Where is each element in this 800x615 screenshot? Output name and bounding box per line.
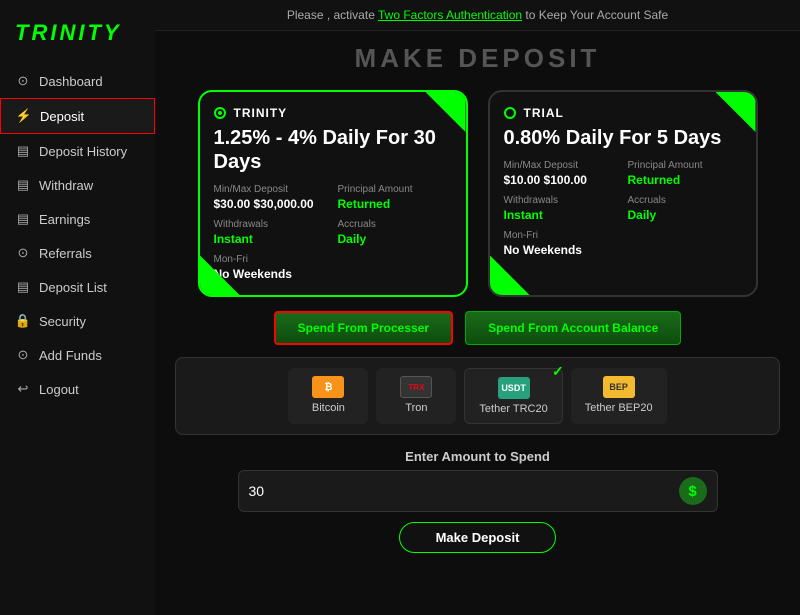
crypto-usdt-trc20[interactable]: ✓ USDT Tether TRC20 bbox=[464, 368, 562, 424]
plan-minmax-label: Min/Max Deposit $30.00 $30,000.00 bbox=[214, 184, 328, 211]
main-content: Please , activate Two Factors Authentica… bbox=[155, 0, 800, 615]
plan-principal-value-trial: Returned bbox=[628, 173, 742, 187]
plan-name-trinity: TRINITY bbox=[234, 106, 288, 120]
usdt-trc20-label: Tether TRC20 bbox=[479, 403, 547, 415]
bitcoin-icon: ₿ bbox=[312, 376, 344, 398]
plan-details-trial: Min/Max Deposit $10.00 $100.00 Principal… bbox=[504, 160, 742, 257]
plan-header-trial: TRIAL bbox=[504, 106, 742, 120]
logout-icon: ↩ bbox=[15, 381, 31, 397]
deposit-list-icon: ▤ bbox=[15, 279, 31, 295]
plan-minmax-value-trial: $10.00 $100.00 bbox=[504, 173, 618, 187]
sidebar-logo: TRINITY bbox=[0, 10, 155, 64]
plan-card-trinity[interactable]: TRINITY 1.25% - 4% Daily For 30 Days Min… bbox=[198, 90, 468, 297]
deposit-icon: ⚡ bbox=[16, 108, 32, 124]
plan-rate-trinity: 1.25% - 4% Daily For 30 Days bbox=[214, 126, 452, 174]
plan-minmax-value-trinity: $30.00 $30,000.00 bbox=[214, 197, 328, 211]
currency-symbol: $ bbox=[679, 477, 707, 505]
bottom-section: Spend From Processer Spend From Account … bbox=[155, 297, 800, 563]
sidebar-label-logout: Logout bbox=[39, 382, 79, 397]
sidebar-label-referrals: Referrals bbox=[39, 246, 92, 261]
sidebar-item-earnings[interactable]: ▤ Earnings bbox=[0, 202, 155, 236]
sidebar-item-logout[interactable]: ↩ Logout bbox=[0, 372, 155, 406]
sidebar-label-security: Security bbox=[39, 314, 86, 329]
plan-withdrawals-col-trinity: Withdrawals Instant bbox=[214, 219, 328, 246]
crypto-bitcoin[interactable]: ₿ Bitcoin bbox=[288, 368, 368, 424]
plan-radio-trial bbox=[504, 107, 516, 119]
tron-icon: TRX bbox=[400, 376, 432, 398]
topbar-text: Please , activate bbox=[287, 8, 378, 22]
deposit-history-icon: ▤ bbox=[15, 143, 31, 159]
plan-withdrawals-value-trial: Instant bbox=[504, 208, 618, 222]
plan-withdrawals-value-trinity: Instant bbox=[214, 232, 328, 246]
crypto-tron[interactable]: TRX Tron bbox=[376, 368, 456, 424]
topbar-suffix: to Keep Your Account Safe bbox=[522, 8, 668, 22]
referrals-icon: ⊙ bbox=[15, 245, 31, 261]
plan-name-trial: TRIAL bbox=[524, 106, 564, 120]
sidebar-item-deposit-history[interactable]: ▤ Deposit History bbox=[0, 134, 155, 168]
plan-rate-trial: 0.80% Daily For 5 Days bbox=[504, 126, 742, 150]
sidebar-label-earnings: Earnings bbox=[39, 212, 90, 227]
sidebar: TRINITY ⊙ Dashboard ⚡ Deposit ▤ Deposit … bbox=[0, 0, 155, 615]
plan-principal-col-trinity: Principal Amount Returned bbox=[338, 184, 452, 211]
sidebar-item-withdraw[interactable]: ▤ Withdraw bbox=[0, 168, 155, 202]
plan-accruals-col-trial: Accruals Daily bbox=[628, 195, 742, 222]
plan-details-trinity: Min/Max Deposit $30.00 $30,000.00 Princi… bbox=[214, 184, 452, 281]
sidebar-item-deposit[interactable]: ⚡ Deposit bbox=[0, 98, 155, 134]
bep20-icon: BEP bbox=[603, 376, 635, 398]
sidebar-item-dashboard[interactable]: ⊙ Dashboard bbox=[0, 64, 155, 98]
sidebar-label-deposit-list: Deposit List bbox=[39, 280, 107, 295]
plan-principal-col-trial: Principal Amount Returned bbox=[628, 160, 742, 187]
tron-label: Tron bbox=[405, 402, 427, 414]
plan-header-trinity: TRINITY bbox=[214, 106, 452, 120]
sidebar-label-add-funds: Add Funds bbox=[39, 348, 102, 363]
crypto-selector: ₿ Bitcoin TRX Tron ✓ USDT Tether TRC20 B… bbox=[175, 357, 780, 435]
add-funds-icon: ⊙ bbox=[15, 347, 31, 363]
withdraw-icon: ▤ bbox=[15, 177, 31, 193]
checkmark-icon: ✓ bbox=[552, 363, 564, 380]
plan-withdrawals-col-trial: Withdrawals Instant bbox=[504, 195, 618, 222]
bitcoin-label: Bitcoin bbox=[312, 402, 345, 414]
plans-container: TRINITY 1.25% - 4% Daily For 30 Days Min… bbox=[155, 90, 800, 297]
sidebar-label-withdraw: Withdraw bbox=[39, 178, 93, 193]
plan-card-trial[interactable]: TRIAL 0.80% Daily For 5 Days Min/Max Dep… bbox=[488, 90, 758, 297]
spend-from-processor-button[interactable]: Spend From Processer bbox=[274, 311, 453, 345]
2fa-link[interactable]: Two Factors Authentication bbox=[378, 8, 522, 22]
amount-input[interactable] bbox=[249, 483, 679, 499]
sidebar-label-deposit: Deposit bbox=[40, 109, 84, 124]
plan-accruals-col-trinity: Accruals Daily bbox=[338, 219, 452, 246]
dashboard-icon: ⊙ bbox=[15, 73, 31, 89]
security-icon: 🔒 bbox=[15, 313, 31, 329]
deposit-button-row: Make Deposit bbox=[175, 522, 780, 553]
topbar: Please , activate Two Factors Authentica… bbox=[155, 0, 800, 31]
earnings-icon: ▤ bbox=[15, 211, 31, 227]
amount-label: Enter Amount to Spend bbox=[175, 449, 780, 464]
plan-accruals-value-trinity: Daily bbox=[338, 232, 452, 246]
plan-accruals-value-trial: Daily bbox=[628, 208, 742, 222]
spend-buttons-row: Spend From Processer Spend From Account … bbox=[175, 311, 780, 345]
page-title: MAKE DEPOSIT bbox=[155, 31, 800, 90]
sidebar-item-security[interactable]: 🔒 Security bbox=[0, 304, 155, 338]
plan-schedule-col-trial: Mon-Fri No Weekends bbox=[504, 230, 618, 257]
make-deposit-button[interactable]: Make Deposit bbox=[399, 522, 557, 553]
plan-note-trinity: No Weekends bbox=[214, 267, 328, 281]
plan-note-trial: No Weekends bbox=[504, 243, 618, 257]
spend-from-account-button[interactable]: Spend From Account Balance bbox=[465, 311, 681, 345]
usdt-trc20-icon: USDT bbox=[498, 377, 530, 399]
plan-principal-value-trinity: Returned bbox=[338, 197, 452, 211]
sidebar-label-deposit-history: Deposit History bbox=[39, 144, 127, 159]
amount-row: $ bbox=[238, 470, 718, 512]
plan-minmax-col-trial: Min/Max Deposit $10.00 $100.00 bbox=[504, 160, 618, 187]
plan-radio-trinity bbox=[214, 107, 226, 119]
bep20-label: Tether BEP20 bbox=[585, 402, 653, 414]
sidebar-item-deposit-list[interactable]: ▤ Deposit List bbox=[0, 270, 155, 304]
sidebar-label-dashboard: Dashboard bbox=[39, 74, 103, 89]
plan-schedule-col-trinity: Mon-Fri No Weekends bbox=[214, 254, 328, 281]
sidebar-item-referrals[interactable]: ⊙ Referrals bbox=[0, 236, 155, 270]
sidebar-item-add-funds[interactable]: ⊙ Add Funds bbox=[0, 338, 155, 372]
crypto-usdt-bep20[interactable]: BEP Tether BEP20 bbox=[571, 368, 667, 424]
